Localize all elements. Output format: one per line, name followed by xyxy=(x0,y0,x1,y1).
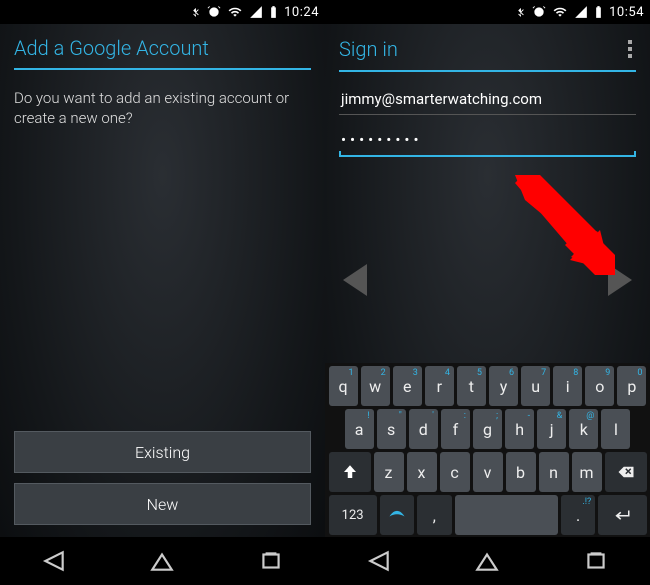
back-icon[interactable] xyxy=(366,548,392,574)
field-area: jimmy@smarterwatching.com ••••••••• xyxy=(325,72,650,157)
bluetooth-icon xyxy=(190,5,201,19)
keyboard: q1w2e3r4t5y6u7i8o9p0 a!s"d'f:g;h-j&k@l z… xyxy=(325,363,650,537)
new-button[interactable]: New xyxy=(14,483,311,525)
overflow-menu-icon[interactable] xyxy=(624,36,636,62)
alarm-icon xyxy=(207,5,221,19)
key-d[interactable]: d' xyxy=(409,409,438,449)
home-icon[interactable] xyxy=(149,548,175,574)
status-time: 10:54 xyxy=(609,5,644,20)
space-key[interactable] xyxy=(455,495,558,535)
status-bar: 10:24 xyxy=(0,0,325,24)
key-v[interactable]: v xyxy=(473,452,503,492)
enter-key[interactable] xyxy=(598,495,646,535)
wizard-back-button[interactable] xyxy=(343,264,367,296)
numbers-key[interactable]: 123 xyxy=(329,495,377,535)
battery-icon xyxy=(269,5,278,19)
key-h[interactable]: h- xyxy=(505,409,534,449)
status-bar: 10:54 xyxy=(325,0,650,24)
key-o[interactable]: o9 xyxy=(585,366,614,406)
nav-bar xyxy=(325,537,650,585)
status-time: 10:24 xyxy=(284,5,319,20)
key-l[interactable]: l xyxy=(601,409,630,449)
battery-icon xyxy=(594,5,603,19)
swiftkey-icon[interactable] xyxy=(380,495,414,535)
page-title: Add a Google Account xyxy=(14,36,209,60)
wizard-next-button[interactable] xyxy=(608,264,632,296)
key-j[interactable]: j& xyxy=(537,409,566,449)
phone-left: 10:24 Add a Google Account Do you want t… xyxy=(0,0,325,585)
key-u[interactable]: u7 xyxy=(521,366,550,406)
existing-button[interactable]: Existing xyxy=(14,431,311,473)
backspace-key[interactable] xyxy=(605,452,647,492)
password-field[interactable]: ••••••••• xyxy=(339,125,636,157)
key-m[interactable]: m xyxy=(572,452,602,492)
key-p[interactable]: p0 xyxy=(617,366,646,406)
signal-icon xyxy=(574,5,588,19)
key-a[interactable]: a! xyxy=(345,409,374,449)
key-k[interactable]: k@ xyxy=(569,409,598,449)
button-stack: Existing New xyxy=(14,431,311,525)
nav-bar xyxy=(0,537,325,585)
key-i[interactable]: i8 xyxy=(553,366,582,406)
signal-icon xyxy=(249,5,263,19)
alarm-icon xyxy=(532,5,546,19)
recent-icon[interactable] xyxy=(258,548,284,574)
wifi-icon xyxy=(227,5,243,19)
key-z[interactable]: z xyxy=(374,452,404,492)
key-n[interactable]: n xyxy=(539,452,569,492)
key-s[interactable]: s" xyxy=(377,409,406,449)
wizard-nav xyxy=(325,264,650,296)
key-q[interactable]: q1 xyxy=(329,366,358,406)
key-f[interactable]: f: xyxy=(441,409,470,449)
phone-right: 10:54 Sign in jimmy@smarterwatching.com … xyxy=(325,0,650,585)
key-r[interactable]: r4 xyxy=(425,366,454,406)
period-key[interactable]: . .!? xyxy=(561,495,595,535)
comma-key[interactable]: , xyxy=(417,495,451,535)
home-icon[interactable] xyxy=(474,548,500,574)
key-c[interactable]: c xyxy=(440,452,470,492)
recent-icon[interactable] xyxy=(583,548,609,574)
key-b[interactable]: b xyxy=(506,452,536,492)
key-w[interactable]: w2 xyxy=(361,366,390,406)
shift-key[interactable] xyxy=(329,452,371,492)
bluetooth-icon xyxy=(515,5,526,19)
back-icon[interactable] xyxy=(41,548,67,574)
key-e[interactable]: e3 xyxy=(393,366,422,406)
body-text: Do you want to add an existing account o… xyxy=(0,70,325,147)
password-dots: ••••••••• xyxy=(341,131,423,149)
key-g[interactable]: g; xyxy=(473,409,502,449)
key-y[interactable]: y6 xyxy=(489,366,518,406)
title-row: Sign in xyxy=(325,24,650,70)
email-field[interactable]: jimmy@smarterwatching.com xyxy=(339,84,636,115)
page-title: Sign in xyxy=(339,37,398,61)
wifi-icon xyxy=(552,5,568,19)
key-x[interactable]: x xyxy=(407,452,437,492)
key-t[interactable]: t5 xyxy=(457,366,486,406)
title-row: Add a Google Account xyxy=(0,24,325,68)
